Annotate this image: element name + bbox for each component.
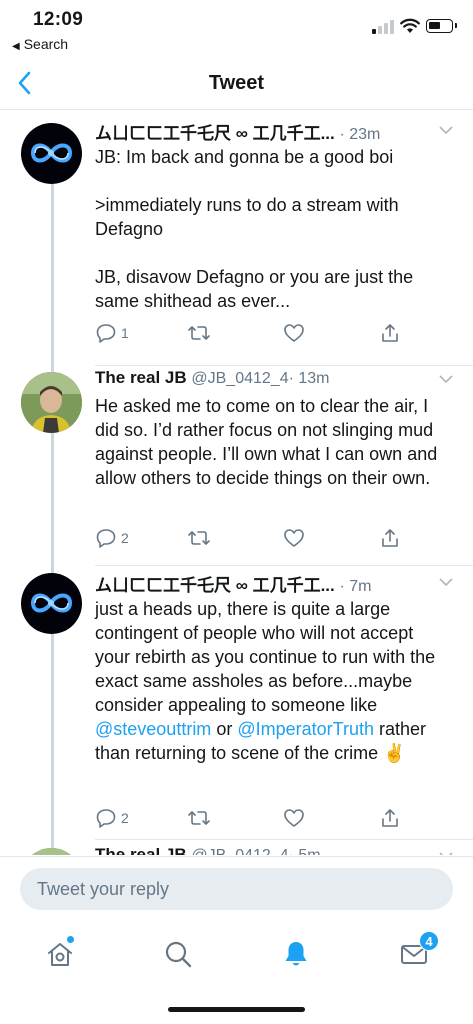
messages-badge: 4 (419, 931, 439, 951)
reply-count: 2 (121, 530, 129, 546)
tweet-text: He asked me to come on to clear the air,… (95, 396, 443, 488)
chevron-down-icon[interactable] (439, 577, 453, 587)
avatar[interactable] (21, 372, 82, 433)
status-time: 12:09 (33, 9, 84, 30)
tab-messages[interactable]: 4 (394, 931, 439, 974)
like-button[interactable] (283, 321, 305, 345)
reply-button[interactable]: 2 (95, 526, 129, 550)
back-to-search-link[interactable]: ◀ Search (12, 36, 68, 52)
tweet-actions: 1 (95, 321, 415, 345)
like-button[interactable] (283, 806, 305, 830)
infinity-logo-icon (30, 143, 73, 163)
reply-button[interactable]: 1 (95, 321, 129, 345)
tab-home[interactable] (40, 934, 80, 974)
reply-icon (96, 809, 116, 828)
like-button[interactable] (283, 526, 305, 550)
retweet-button[interactable] (187, 806, 211, 830)
new-content-dot (67, 936, 74, 943)
share-button[interactable] (379, 526, 401, 550)
chevron-down-icon[interactable] (439, 851, 453, 855)
share-icon (382, 529, 398, 547)
user-handle[interactable]: @JB_0412_4 (191, 847, 288, 855)
reply-count: 2 (121, 810, 129, 826)
home-indicator[interactable] (168, 1007, 305, 1012)
retweet-button[interactable] (187, 321, 211, 345)
heart-icon (284, 529, 304, 547)
user-photo-icon (21, 848, 82, 855)
page-title: Tweet (208, 72, 265, 94)
status-bar: 12:09 ◀ Search (0, 0, 473, 56)
heart-icon (284, 809, 304, 827)
reply-composer: Tweet your reply (0, 856, 473, 916)
retweet-icon (188, 531, 210, 545)
retweet-icon (188, 326, 210, 340)
mention-link[interactable]: @ImperatorTruth (237, 719, 374, 739)
tweet-item[interactable]: The real JB @JB_0412_4· 5m (0, 840, 473, 855)
heart-icon (284, 324, 304, 342)
bell-icon (285, 942, 307, 966)
battery-icon (426, 19, 457, 33)
timestamp: · 23m (339, 126, 381, 143)
tab-notifications[interactable] (276, 934, 316, 974)
timestamp: · 13m (288, 370, 330, 387)
reply-count: 1 (121, 325, 129, 341)
timestamp: · 5m (289, 847, 321, 855)
chevron-down-icon[interactable] (439, 125, 453, 135)
reply-icon (96, 529, 116, 548)
retweet-icon (188, 811, 210, 825)
tweet-header: ムㄩㄈㄈ工千乇尺 ∞ 工几千工... · 7m (95, 571, 453, 597)
wifi-icon (400, 18, 420, 33)
infinity-logo-icon (30, 593, 73, 613)
tweet-item[interactable]: ムㄩㄈㄈ工千乇尺 ∞ 工几千工... · 23m JB: Im back and… (0, 111, 473, 365)
home-icon (48, 943, 72, 966)
reply-icon (96, 324, 116, 343)
tweet-text: JB: Im back and gonna be a good boi >imm… (95, 147, 414, 311)
back-triangle-icon: ◀ (12, 41, 20, 52)
tab-search[interactable] (158, 934, 198, 974)
display-name[interactable]: ムㄩㄈㄈ工千乇尺 ∞ 工几千工... (95, 576, 335, 595)
display-name[interactable]: The real JB (95, 845, 187, 855)
tweet-text-part: just a heads up, there is quite a large … (95, 599, 441, 715)
timestamp: · 7m (339, 578, 372, 595)
avatar[interactable] (21, 848, 82, 855)
tweet-item[interactable]: ムㄩㄈㄈ工千乇尺 ∞ 工几千工... · 7m just a heads up,… (0, 566, 473, 846)
tweet-text-part: or (211, 719, 238, 739)
chevron-down-icon[interactable] (439, 374, 453, 384)
retweet-button[interactable] (187, 526, 211, 550)
user-photo-icon (21, 372, 82, 433)
mention-link[interactable]: @steveouttrim (95, 719, 211, 739)
tweet-text: just a heads up, there is quite a large … (95, 597, 453, 765)
share-icon (382, 324, 398, 342)
back-to-search-label: Search (23, 36, 69, 52)
display-name[interactable]: The real JB (95, 368, 187, 387)
reply-input[interactable]: Tweet your reply (20, 868, 453, 910)
tweet-header: ムㄩㄈㄈ工千乇尺 ∞ 工几千工... · 23m (95, 119, 453, 145)
nav-header: Tweet (0, 56, 473, 110)
tweet-actions: 2 (95, 806, 415, 830)
share-button[interactable] (379, 806, 401, 830)
avatar[interactable] (21, 573, 82, 634)
display-name[interactable]: ムㄩㄈㄈ工千乇尺 ∞ 工几千工... (95, 124, 335, 143)
tweet-header: The real JB @JB_0412_4· 5m (95, 845, 453, 855)
tweet-thread: ムㄩㄈㄈ工千乇尺 ∞ 工几千工... · 23m JB: Im back and… (0, 111, 473, 855)
avatar[interactable] (21, 123, 82, 184)
tweet-actions: 2 (95, 526, 415, 550)
reply-button[interactable]: 2 (95, 806, 129, 830)
search-icon (165, 941, 192, 968)
user-handle[interactable]: @JB_0412_4 (191, 370, 288, 387)
share-icon (382, 809, 398, 827)
tweet-header: The real JB @JB_0412_4· 13m (95, 368, 453, 394)
cellular-signal-icon (372, 20, 394, 34)
tweet-item[interactable]: The real JB @JB_0412_4· 13m He asked me … (0, 366, 473, 566)
share-button[interactable] (379, 321, 401, 345)
